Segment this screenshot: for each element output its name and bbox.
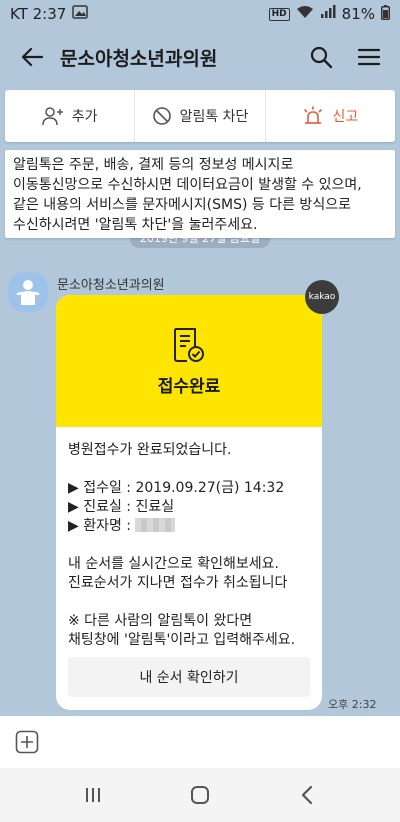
message-line: 내 순서를 실시간으로 확인해보세요. (68, 556, 279, 572)
message-line: ▶ 진료실 : 진료실 (68, 499, 175, 515)
block-icon (152, 107, 171, 125)
report-button[interactable]: 신고 (266, 90, 395, 142)
message-line: ▶ 환자명 : (68, 518, 136, 534)
back-button[interactable] (14, 39, 50, 75)
card-banner-title: 접수완료 (157, 376, 221, 397)
channel-action-bar: 추가 알림톡 차단 신고 (5, 90, 395, 142)
signal-icon (320, 5, 336, 23)
message-line: 채팅창에 '알림톡'이라고 입력해주세요. (68, 632, 296, 648)
child-icon (16, 280, 40, 305)
block-alimtalk-label: 알림톡 차단 (179, 109, 249, 125)
message-line: ※ 다른 사람의 알림톡이 왔다면 (68, 613, 253, 629)
hamburger-menu-icon (358, 48, 380, 66)
block-alimtalk-button[interactable]: 알림톡 차단 (135, 90, 266, 142)
hd-badge: HD (268, 7, 290, 21)
status-bar: KT 2:37 HD 81% (0, 0, 400, 28)
patient-name-line: ▶ 환자명 : (68, 517, 310, 536)
recent-apps-icon (86, 788, 101, 802)
battery-level: 81% (341, 5, 375, 23)
system-nav-bar (0, 768, 400, 822)
add-friend-label: 추가 (71, 109, 98, 125)
chat-input-bar (0, 716, 400, 768)
search-icon (310, 46, 333, 69)
search-button[interactable] (304, 40, 338, 74)
attach-button[interactable] (14, 729, 40, 755)
kakao-badge: kakao (305, 280, 339, 314)
message-line: ▶ 접수일 : 2019.09.27(금) 14:32 (68, 480, 285, 496)
card-body: 병원접수가 완료되었습니다. ▶ 접수일 : 2019.09.27(금) 14:… (56, 427, 322, 650)
arrow-left-icon (21, 47, 43, 67)
carrier-time: KT 2:37 (10, 5, 67, 23)
add-friend-button[interactable]: 추가 (5, 90, 136, 142)
message-line: 진료순서가 지나면 접수가 취소됩니다 (68, 575, 288, 591)
plus-box-icon (15, 730, 39, 754)
chevron-left-icon (301, 785, 312, 805)
blurred-patient-name (135, 518, 176, 532)
home-icon (190, 786, 209, 804)
alimtalk-message-card: 접수완료 병원접수가 완료되었습니다. ▶ 접수일 : 2019.09.27(금… (56, 295, 322, 710)
wifi-icon (296, 5, 314, 23)
battery-icon (381, 4, 390, 24)
chat-header: 문소아청소년과의원 (0, 28, 400, 86)
message-line: 병원접수가 완료되었습니다. (68, 442, 232, 458)
document-check-icon (174, 327, 204, 362)
message-timestamp: 오후 2:32 (328, 698, 377, 711)
menu-button[interactable] (352, 40, 386, 74)
alimtalk-notice: 알림톡은 주문, 배송, 결제 등의 정보성 메시지로 이동통신망으로 수신하시… (5, 150, 395, 238)
sender-name: 문소아청소년과의원 (57, 278, 165, 293)
home-button[interactable] (180, 775, 220, 815)
gallery-icon (72, 5, 89, 23)
siren-icon (304, 106, 323, 124)
back-nav-button[interactable] (287, 775, 327, 815)
check-my-turn-button[interactable]: 내 순서 확인하기 (68, 657, 310, 697)
add-person-icon (42, 107, 63, 126)
card-banner: 접수완료 (56, 295, 322, 427)
recent-apps-button[interactable] (73, 775, 113, 815)
chat-title: 문소아청소년과의원 (60, 47, 218, 70)
report-label: 신고 (332, 109, 359, 125)
avatar[interactable] (8, 272, 48, 312)
